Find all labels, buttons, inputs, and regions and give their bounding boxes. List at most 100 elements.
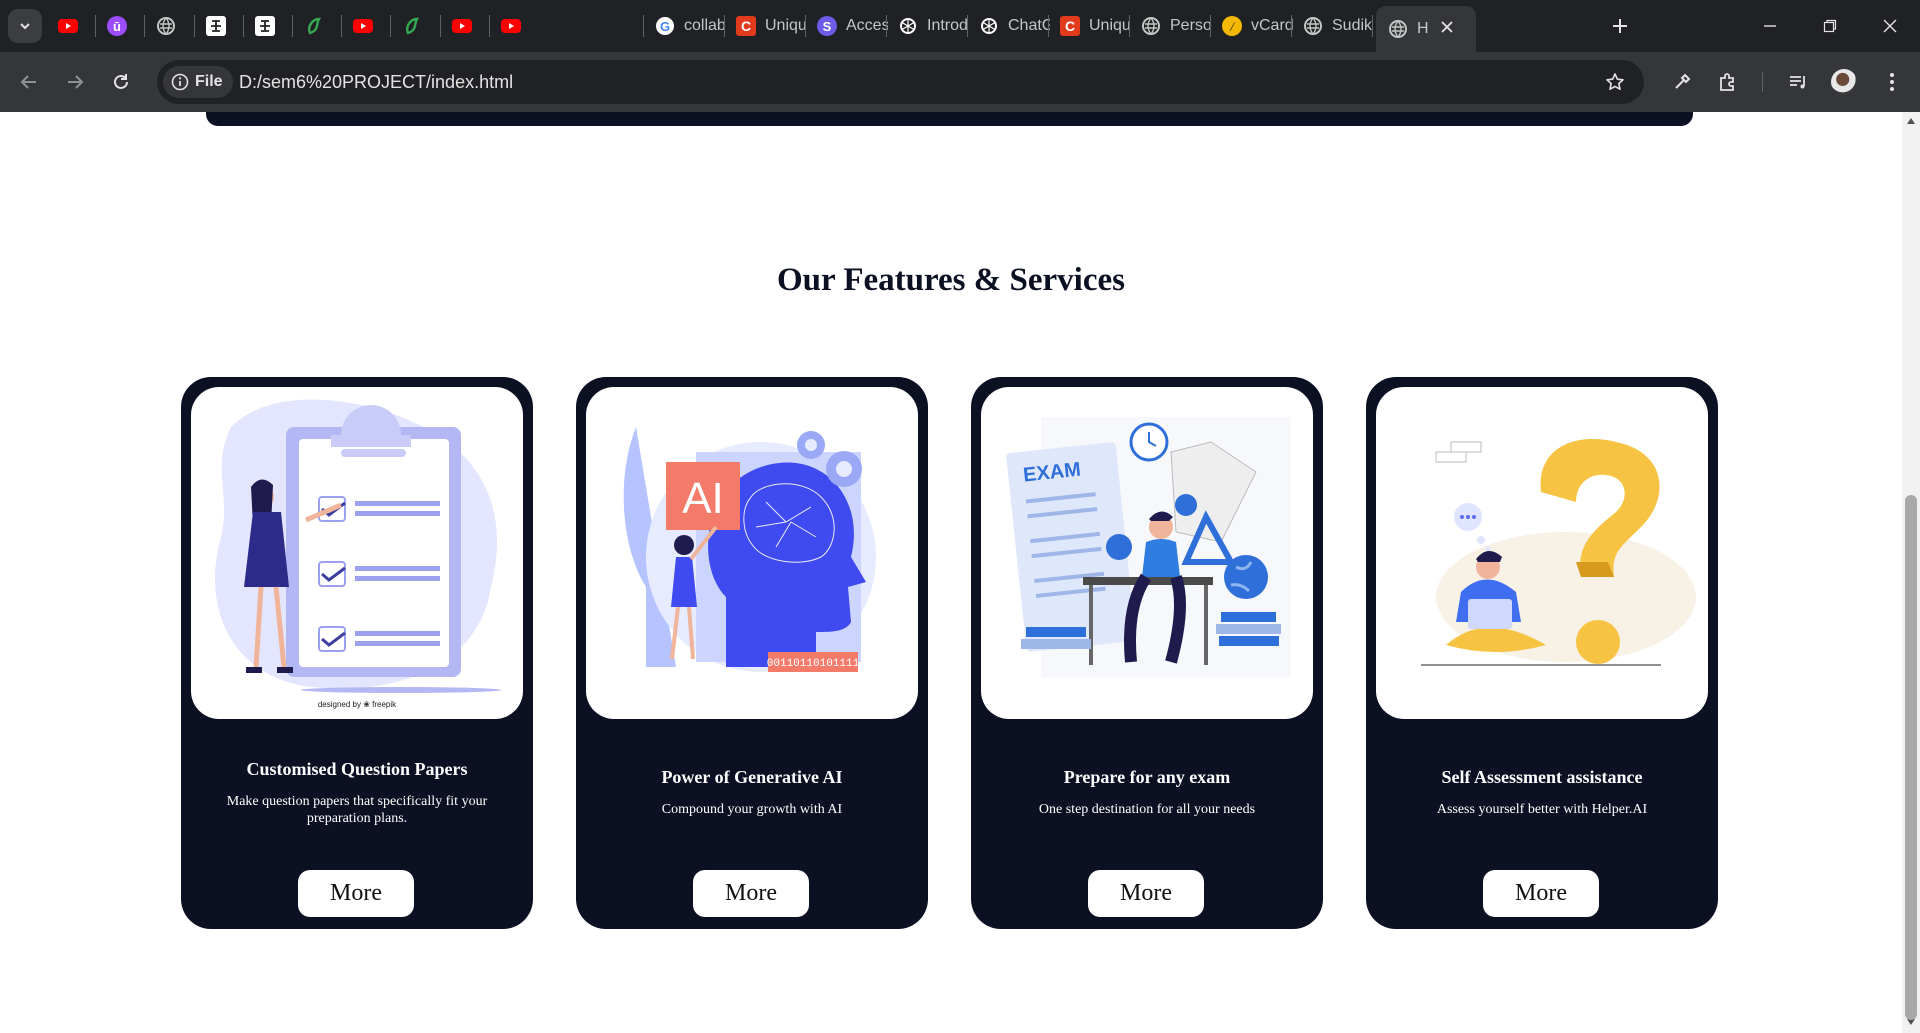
close-window-button[interactable]: [1860, 0, 1920, 52]
browser-menu-button[interactable]: [1875, 65, 1909, 99]
media-controls-button[interactable]: [1781, 65, 1815, 99]
close-tab-icon[interactable]: [1441, 20, 1453, 38]
feature-card-exam-prep: EXAM Prepare for any exam One step desti…: [971, 377, 1323, 929]
browser-tab[interactable]: [156, 8, 176, 44]
scrollbar-thumb[interactable]: [1905, 495, 1917, 1020]
tab-title: ChatG: [1008, 17, 1050, 34]
browser-tab[interactable]: Gcollab: [655, 8, 726, 44]
eyedropper-extension-button[interactable]: [1665, 65, 1699, 99]
url-text[interactable]: D:/sem6%20PROJECT/index.html: [239, 60, 513, 104]
restore-button[interactable]: [1800, 0, 1860, 52]
minimize-button[interactable]: [1740, 0, 1800, 52]
browser-tab[interactable]: ū: [107, 8, 128, 44]
browser-tab[interactable]: [304, 8, 324, 44]
more-button[interactable]: More: [693, 870, 809, 917]
browser-tab-bar: ū Gcollab C Uniqu S Acces Introd ChatG C Uniqu Per…: [0, 0, 1920, 52]
more-button[interactable]: More: [1483, 870, 1599, 917]
forward-button[interactable]: [58, 65, 92, 99]
browser-tab[interactable]: / vCard: [1222, 8, 1293, 44]
feature-card-generative-ai: AI 00110110101111 Power of Generative AI…: [576, 377, 928, 929]
close-icon: [1883, 19, 1897, 33]
tab-separator: [805, 15, 806, 37]
browser-tab[interactable]: ChatG: [979, 8, 1050, 44]
browser-tab[interactable]: [402, 8, 422, 44]
more-button[interactable]: More: [1088, 870, 1204, 917]
svg-text:S: S: [823, 19, 832, 34]
chat-bubble-icon: [1175, 494, 1197, 516]
restore-icon: [1823, 19, 1837, 33]
tab-separator: [242, 15, 244, 37]
s-logo-icon: S: [817, 16, 837, 36]
browser-tab[interactable]: H: [1376, 6, 1476, 52]
v-logo-icon: /: [1222, 16, 1242, 36]
browser-tab[interactable]: Introd: [898, 8, 969, 44]
extensions-button[interactable]: [1711, 65, 1745, 99]
browser-tab[interactable]: [58, 8, 78, 44]
back-button[interactable]: [12, 65, 46, 99]
minimize-icon: [1764, 25, 1776, 27]
svg-text:ū: ū: [113, 19, 121, 34]
tab-title: Sudik: [1332, 17, 1373, 34]
card-description: Assess yourself better with Helper.AI: [1436, 802, 1648, 817]
card-description: Make question papers that specifically f…: [226, 794, 488, 826]
browser-tab[interactable]: Perso: [1141, 8, 1212, 44]
reload-icon: [114, 74, 128, 89]
globe-icon: [1303, 16, 1323, 36]
tab-title: Perso: [1170, 17, 1212, 34]
bookmark-button[interactable]: [1598, 65, 1632, 99]
reload-button[interactable]: [104, 65, 138, 99]
tab-separator: [292, 15, 293, 37]
youtube-icon: [451, 16, 472, 36]
section-title: Our Features & Services: [777, 262, 1125, 298]
navbar-bottom-edge: [206, 112, 1693, 126]
tab-separator: [488, 15, 490, 37]
c-logo-icon: C: [736, 16, 756, 36]
profile-button[interactable]: [1827, 65, 1861, 99]
youtube-icon: [58, 16, 78, 36]
feature-card-question-papers: designed by ❀ freepik Customised Questio…: [181, 377, 533, 929]
tab-separator: [1372, 15, 1373, 37]
browser-tab[interactable]: [500, 8, 521, 44]
binary-badge-text: 00110110101111: [767, 658, 860, 670]
diagram-icon: [205, 16, 226, 36]
more-button[interactable]: More: [298, 870, 414, 917]
eyedropper-icon: [1675, 73, 1691, 89]
browser-tab[interactable]: S Acces: [817, 8, 888, 44]
browser-tab[interactable]: Sudik: [1303, 8, 1374, 44]
u-logo-icon: ū: [107, 16, 128, 36]
browser-tab[interactable]: C Uniqu: [736, 8, 807, 44]
site-info-chip[interactable]: File: [163, 66, 233, 98]
page-viewport: Our Features & Services designed by ❀ fr…: [0, 112, 1902, 1033]
scroll-up-arrow-icon[interactable]: [1907, 118, 1915, 124]
tab-title: H: [1417, 20, 1429, 37]
browser-tab[interactable]: [205, 8, 226, 44]
tab-separator: [1210, 15, 1211, 37]
tab-search-button[interactable]: [8, 9, 42, 43]
tab-separator: [967, 15, 968, 37]
youtube-icon: [353, 16, 374, 36]
freepik-credit: designed by ❀ freepik: [317, 700, 397, 709]
browser-tab[interactable]: [254, 8, 275, 44]
openai-icon: [979, 16, 999, 36]
globe-icon: [1141, 16, 1161, 36]
browser-tab[interactable]: [451, 8, 472, 44]
clipboard-illustration: designed by ❀ freepik: [191, 387, 523, 719]
browser-tab[interactable]: [353, 8, 374, 44]
diagram-icon: [254, 16, 275, 36]
ai-head-illustration: AI 00110110101111: [586, 387, 918, 719]
tab-separator: [1048, 15, 1049, 37]
tab-separator: [1129, 15, 1130, 37]
tab-separator: [724, 15, 725, 37]
new-tab-button[interactable]: [1590, 0, 1650, 52]
tab-separator: [144, 15, 146, 37]
address-bar[interactable]: File D:/sem6%20PROJECT/index.html: [157, 60, 1644, 104]
arrow-right-icon: [68, 75, 84, 89]
tab-title: Uniqu: [765, 17, 807, 34]
info-icon: [171, 73, 189, 91]
browser-tab[interactable]: C Uniqu: [1060, 8, 1131, 44]
tab-separator: [193, 15, 195, 37]
globe-icon: [1388, 19, 1408, 39]
kebab-menu-icon: [1890, 73, 1894, 91]
feature-card-self-assessment: Self Assessment assistance Assess yourse…: [1366, 377, 1718, 929]
c-logo-icon: C: [1060, 16, 1080, 36]
